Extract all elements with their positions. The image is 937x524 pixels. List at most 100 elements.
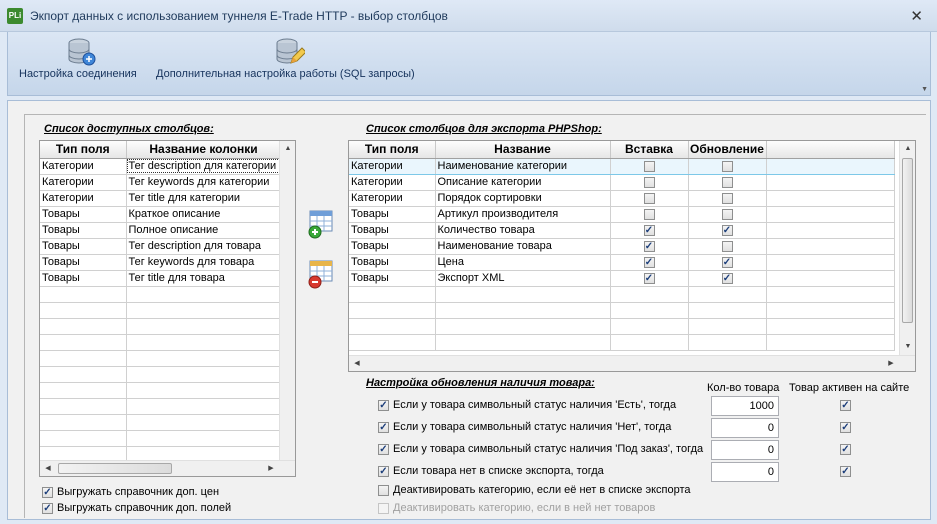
empty-row (40, 334, 282, 351)
table-row[interactable]: Товары Экспорт XML (349, 270, 895, 287)
cell-empty (766, 254, 895, 271)
table-row[interactable]: Категории Описание категории (349, 174, 895, 191)
table-row[interactable]: Товары Артикул производителя (349, 206, 895, 223)
cell-empty (766, 157, 895, 175)
column-header-type[interactable]: Тип поля (40, 141, 127, 159)
add-column-button[interactable] (306, 209, 336, 239)
field-ref-checkbox[interactable] (42, 502, 53, 514)
table-row[interactable]: Товары Цена (349, 254, 895, 271)
connection-settings-button[interactable]: Настройка соединения (18, 32, 146, 94)
deactivate-missing-option[interactable]: Деактивировать категорию, если её нет в … (378, 484, 691, 496)
insert-checkbox[interactable] (643, 208, 655, 220)
update-checkbox[interactable] (721, 224, 733, 236)
cell-name: Наименование категории (435, 157, 611, 175)
export-vertical-scrollbar[interactable]: ▲ ▼ (899, 141, 915, 355)
cell-insert (610, 238, 689, 255)
active-checkbox[interactable] (840, 444, 851, 455)
price-ref-label: Выгружать справочник доп. цен (57, 486, 220, 498)
scroll-down-icon[interactable]: ▼ (900, 339, 915, 355)
deactivate-missing-checkbox[interactable] (378, 484, 389, 496)
scroll-thumb[interactable] (902, 158, 913, 323)
table-row[interactable]: Категории Наименование категории (349, 157, 895, 175)
field-ref-option[interactable]: Выгружать справочник доп. полей (42, 502, 231, 514)
scroll-right-icon[interactable]: ▶ (263, 461, 279, 476)
table-row[interactable]: Товары Тег description для товара (40, 238, 282, 255)
column-header-empty (766, 141, 895, 159)
column-header-name[interactable]: Название колонки (126, 141, 282, 159)
update-checkbox[interactable] (721, 240, 733, 252)
insert-checkbox[interactable] (643, 160, 655, 172)
update-checkbox[interactable] (721, 160, 733, 172)
column-header-name[interactable]: Название (435, 141, 611, 159)
toolbar: Настройка соединения Дополнительная наст… (7, 32, 931, 96)
insert-checkbox[interactable] (643, 176, 655, 188)
availability-option[interactable]: Если у товара символьный статус наличия … (378, 421, 671, 433)
availability-title: Настройка обновления наличия товара: (366, 377, 595, 389)
table-row[interactable]: Категории Тег title для категории (40, 190, 282, 207)
table-row[interactable]: Товары Наименование товара (349, 238, 895, 255)
scroll-left-icon[interactable]: ◀ (40, 461, 56, 476)
available-columns-grid[interactable]: Тип поля Название колонки Категории Тег d… (39, 140, 296, 477)
cell-type: Товары (40, 270, 127, 287)
update-checkbox[interactable] (721, 176, 733, 188)
scroll-up-icon[interactable]: ▲ (900, 141, 915, 157)
main-panel: Список доступных столбцов: Тип поля Назв… (7, 100, 931, 520)
table-row[interactable]: Категории Тег description для категории (40, 158, 282, 175)
advanced-settings-button[interactable]: Дополнительная настройка работы (SQL зап… (153, 32, 428, 94)
insert-checkbox[interactable] (643, 256, 655, 268)
table-row[interactable]: Категории Тег keywords для категории (40, 174, 282, 191)
available-horizontal-scrollbar[interactable]: ◀ ▶ (40, 460, 295, 476)
ribbon-collapse-icon[interactable]: ▼ (921, 86, 928, 93)
active-checkbox[interactable] (840, 400, 851, 411)
active-checkbox[interactable] (840, 466, 851, 477)
remove-column-button[interactable] (306, 259, 336, 289)
table-row[interactable]: Товары Количество товара (349, 222, 895, 239)
table-row[interactable]: Товары Полное описание (40, 222, 282, 239)
availability-option[interactable]: Если у товара символьный статус наличия … (378, 399, 676, 411)
update-checkbox[interactable] (721, 208, 733, 220)
cell-name: Краткое описание (126, 206, 282, 223)
price-ref-option[interactable]: Выгружать справочник доп. цен (42, 486, 219, 498)
cell-name: Тег description для товара (126, 238, 282, 255)
scroll-left-icon[interactable]: ◀ (349, 356, 365, 371)
insert-checkbox[interactable] (643, 240, 655, 252)
export-columns-grid[interactable]: Тип поля Название Вставка Обновление Кат… (348, 140, 916, 372)
price-ref-checkbox[interactable] (42, 486, 53, 498)
scroll-thumb[interactable] (58, 463, 172, 474)
qty-input[interactable]: 0 (711, 440, 779, 460)
scroll-right-icon[interactable]: ▶ (883, 356, 899, 371)
cell-update (688, 190, 767, 207)
insert-checkbox[interactable] (643, 272, 655, 284)
availability-checkbox[interactable] (378, 443, 389, 455)
active-header: Товар активен на сайте (789, 382, 910, 394)
availability-checkbox[interactable] (378, 421, 389, 433)
table-row[interactable]: Товары Тег keywords для товара (40, 254, 282, 271)
table-row[interactable]: Товары Тег title для товара (40, 270, 282, 287)
table-row[interactable]: Категории Порядок сортировки (349, 190, 895, 207)
table-row[interactable]: Товары Краткое описание (40, 206, 282, 223)
availability-checkbox[interactable] (378, 465, 389, 477)
empty-row (40, 350, 282, 367)
column-header-type[interactable]: Тип поля (349, 141, 436, 159)
close-icon[interactable]: ✕ (910, 7, 923, 25)
empty-row (349, 286, 895, 303)
update-checkbox[interactable] (721, 272, 733, 284)
empty-row (40, 414, 282, 431)
column-header-insert[interactable]: Вставка (610, 141, 689, 159)
cell-type: Категории (349, 174, 436, 191)
availability-option[interactable]: Если товара нет в списке экспорта, тогда (378, 465, 604, 477)
export-horizontal-scrollbar[interactable]: ◀ ▶ (349, 355, 915, 371)
scroll-up-icon[interactable]: ▲ (280, 141, 295, 157)
available-vertical-scrollbar[interactable]: ▲ (279, 141, 295, 460)
column-header-update[interactable]: Обновление (688, 141, 767, 159)
availability-option[interactable]: Если у товара символьный статус наличия … (378, 443, 703, 455)
availability-checkbox[interactable] (378, 399, 389, 411)
active-checkbox[interactable] (840, 422, 851, 433)
update-checkbox[interactable] (721, 192, 733, 204)
qty-input[interactable]: 0 (711, 462, 779, 482)
insert-checkbox[interactable] (643, 192, 655, 204)
qty-input[interactable]: 0 (711, 418, 779, 438)
insert-checkbox[interactable] (643, 224, 655, 236)
qty-input[interactable]: 1000 (711, 396, 779, 416)
update-checkbox[interactable] (721, 256, 733, 268)
